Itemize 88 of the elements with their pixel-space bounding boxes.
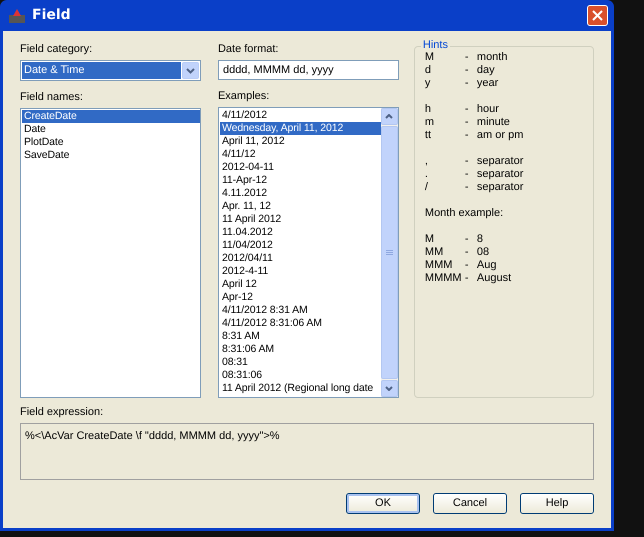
hint-key: . [424, 168, 465, 181]
list-item[interactable]: 4/11/2012 [220, 109, 381, 122]
list-item[interactable]: 2012-04-11 [220, 161, 381, 174]
month-example-heading: Month example: [424, 207, 504, 220]
list-item[interactable]: 8:31 AM [220, 330, 381, 343]
hint-meaning: year [476, 77, 498, 90]
hint-key: MMMM [424, 272, 465, 285]
list-item[interactable]: Apr-12 [220, 291, 381, 304]
hint-meaning: 8 [476, 233, 484, 246]
field-expression-box: %<\AcVar CreateDate \f "dddd, MMMM dd, yyyy">% [20, 423, 594, 480]
date-format-field[interactable]: dddd, MMMM dd, yyyy [218, 60, 399, 80]
dialog-button[interactable]: Help [520, 493, 594, 514]
hint-meaning: minute [476, 116, 510, 129]
list-item[interactable]: 2012/04/11 [220, 252, 381, 265]
field-label: Examples: [218, 90, 270, 103]
hint-key: MM [424, 246, 465, 259]
hint-key: , [424, 155, 465, 168]
grip-icon [386, 250, 393, 255]
hint-meaning: hour [476, 103, 499, 116]
list-item[interactable]: 4.11.2012 [220, 187, 381, 200]
hint-meaning: am or pm [476, 129, 524, 142]
chevron-down-icon [186, 68, 195, 74]
hint-dash: - [464, 233, 470, 246]
hint-key: m [424, 116, 465, 129]
hint-dash: - [464, 64, 470, 77]
close-button[interactable] [587, 5, 608, 26]
hint-key: M [424, 51, 465, 64]
chevron-down-icon [385, 386, 394, 391]
window-title: Field [32, 9, 71, 22]
list-item[interactable]: 11 April 2012 (Regional long date [220, 382, 381, 395]
hint-dash: - [464, 272, 470, 285]
list-item[interactable]: 08:31:06 [220, 369, 381, 382]
hint-dash: - [464, 77, 470, 90]
hint-dash: - [464, 129, 470, 142]
list-item[interactable]: Apr. 11, 12 [220, 200, 381, 213]
list-item[interactable]: April 11, 2012 [220, 135, 381, 148]
hint-meaning: separator [476, 168, 524, 181]
field-label: Field expression: [20, 406, 104, 419]
field-label: Field names: [20, 91, 84, 104]
list-item[interactable]: Date [22, 123, 200, 136]
hint-dash: - [464, 168, 470, 181]
list-item[interactable]: 4/11/2012 8:31 AM [220, 304, 381, 317]
scroll-thumb[interactable] [380, 126, 398, 379]
hint-dash: - [464, 116, 470, 129]
close-icon [592, 10, 603, 21]
list-item[interactable]: 8:31:06 AM [220, 343, 381, 356]
hint-key: d [424, 64, 465, 77]
list-item[interactable]: PlotDate [22, 136, 200, 149]
hint-key: / [424, 181, 465, 194]
hint-dash: - [464, 181, 470, 194]
hint-key: M [424, 233, 465, 246]
hint-key: h [424, 103, 465, 116]
hint-meaning: 08 [476, 246, 490, 259]
hint-dash: - [464, 246, 470, 259]
hint-key: MMM [424, 259, 465, 272]
hint-key: tt [424, 129, 465, 142]
hint-dash: - [464, 155, 470, 168]
scroll-down-button[interactable] [380, 380, 398, 397]
hint-meaning: separator [476, 155, 524, 168]
list-item[interactable]: 11/04/2012 [220, 239, 381, 252]
list-item[interactable]: 11-Apr-12 [220, 174, 381, 187]
list-item[interactable]: 4/11/12 [220, 148, 381, 161]
hint-key: y [424, 77, 465, 90]
hint-meaning: Aug [476, 259, 496, 272]
list-item[interactable]: Wednesday, April 11, 2012 [220, 122, 381, 135]
list-item[interactable]: 11 April 2012 [220, 213, 381, 226]
list-item[interactable]: April 12 [220, 278, 381, 291]
list-item[interactable]: 2012-4-11 [220, 265, 381, 278]
field-label: Date format: [218, 43, 280, 56]
hint-dash: - [464, 103, 470, 116]
hint-dash: - [464, 51, 470, 64]
app-icon [8, 8, 26, 24]
hint-meaning: day [476, 64, 495, 77]
field-label: Field category: [20, 43, 94, 56]
list-item[interactable]: SaveDate [22, 149, 200, 162]
dialog-button[interactable]: Cancel [433, 493, 507, 514]
list-item[interactable]: 11.04.2012 [220, 226, 381, 239]
chevron-up-icon [385, 114, 394, 119]
hint-dash: - [464, 259, 470, 272]
hint-meaning: month [476, 51, 508, 64]
list-item[interactable]: 08:31 [220, 356, 381, 369]
category-dropdown[interactable]: Date & Time [20, 60, 201, 81]
dialog-button[interactable]: OK [346, 493, 420, 514]
list-item[interactable]: 4/11/2012 8:31:06 AM [220, 317, 381, 330]
scroll-up-button[interactable] [380, 108, 398, 125]
list-item[interactable]: CreateDate [22, 110, 200, 123]
hint-meaning: separator [476, 181, 524, 194]
hint-meaning: August [476, 272, 512, 285]
